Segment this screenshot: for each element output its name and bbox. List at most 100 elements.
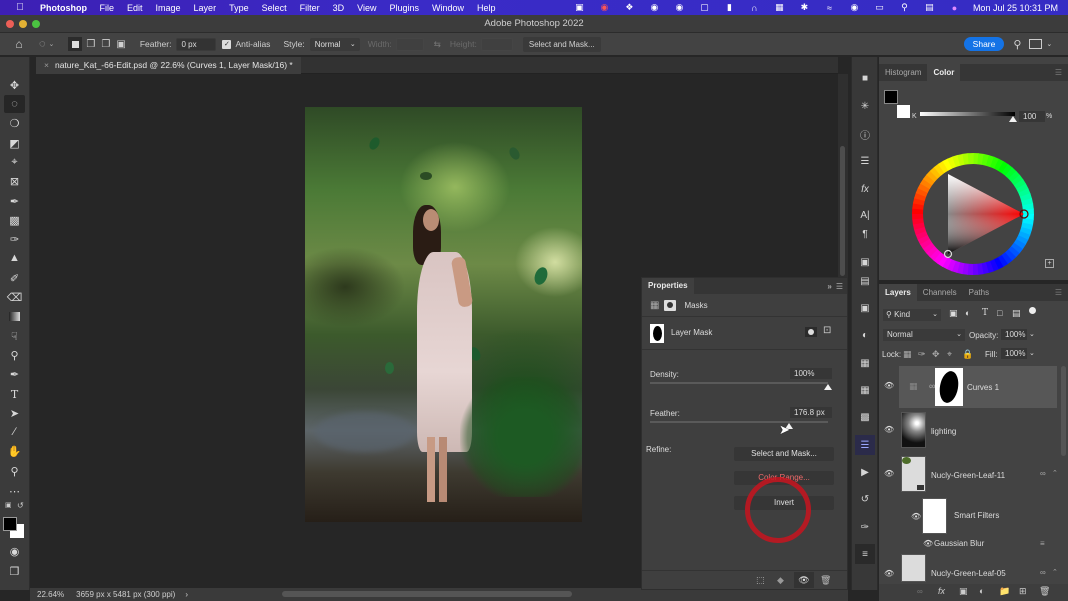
collapse-panel-icon[interactable]: » xyxy=(827,282,831,291)
menu-view[interactable]: View xyxy=(357,3,376,13)
glyphs-icon[interactable]: ▤ xyxy=(855,271,875,291)
menu-edit[interactable]: Edit xyxy=(127,3,143,13)
menu-filter[interactable]: Filter xyxy=(300,3,320,13)
status-chevron-icon[interactable]: › xyxy=(185,590,188,599)
layer-name[interactable]: Nucly-Green-Leaf-05 xyxy=(931,569,1006,578)
elliptical-marquee-tool-icon[interactable]: ◌ xyxy=(4,95,25,113)
siri-icon[interactable]: ● xyxy=(942,3,967,13)
density-slider-knob[interactable] xyxy=(824,384,832,390)
channels-grid-icon[interactable]: ▦ xyxy=(855,353,875,373)
swap-dimensions-icon[interactable]: ⇆ xyxy=(434,39,441,50)
density-input[interactable]: 100% xyxy=(790,368,832,379)
actions-play-icon[interactable]: ▶ xyxy=(855,462,875,482)
libraries-icon[interactable]: ▣ xyxy=(855,252,875,272)
color-wheel[interactable] xyxy=(911,152,1035,276)
camera-icon[interactable]: ▣ xyxy=(567,2,592,13)
filter-toggle[interactable] xyxy=(1029,307,1036,314)
screen-mode-icon[interactable]: ❐ xyxy=(4,562,25,580)
navigator-icon[interactable]: ✳ xyxy=(855,96,875,116)
select-and-mask-button[interactable]: Select and Mask... xyxy=(522,36,601,52)
layer-thumbnail[interactable] xyxy=(901,412,926,448)
comments-icon[interactable]: ■ xyxy=(855,68,875,88)
add-to-selection-icon[interactable]: ❒ xyxy=(86,39,95,50)
default-colors-icon[interactable]: ▣ xyxy=(5,501,12,509)
layer-thumbnail[interactable] xyxy=(901,456,926,492)
filter-visibility-eye-icon[interactable]: 👁 xyxy=(923,539,933,548)
menu-help[interactable]: Help xyxy=(477,3,496,13)
visibility-eye-icon[interactable]: 👁 xyxy=(794,572,814,588)
lock-position-icon[interactable]: ✥ xyxy=(932,349,940,360)
feather-input[interactable]: 176.8 px xyxy=(790,407,832,418)
history-icon[interactable]: ↺ xyxy=(855,489,875,509)
panel-menu-icon[interactable]: ☰ xyxy=(1049,64,1068,81)
layer-visibility-eye-icon[interactable]: 👁 xyxy=(884,425,894,434)
gradient-tool-icon[interactable] xyxy=(4,307,25,325)
menu-window[interactable]: Window xyxy=(432,3,464,13)
load-selection-icon[interactable]: ⬚ xyxy=(756,575,765,586)
layer-visibility-eye-icon[interactable]: 👁 xyxy=(884,469,894,478)
layer-visibility-eye-icon[interactable]: 👁 xyxy=(884,569,894,578)
width-input[interactable] xyxy=(395,37,424,51)
document-image[interactable] xyxy=(305,107,582,522)
fx-icon[interactable]: fx xyxy=(938,586,945,596)
add-swatch-icon[interactable]: + xyxy=(1045,259,1054,268)
close-window-button[interactable] xyxy=(6,20,14,28)
pen-tool-icon[interactable]: ✒ xyxy=(4,365,25,383)
filter-name[interactable]: Gaussian Blur xyxy=(934,539,984,548)
bluetooth-icon[interactable]: ✱ xyxy=(792,2,817,13)
menu-type[interactable]: Type xyxy=(229,3,249,13)
properties-icon[interactable]: ▣ xyxy=(855,298,875,318)
lock-artboard-icon[interactable]: ⌖ xyxy=(947,349,952,360)
spot-healing-tool-icon[interactable]: ▩ xyxy=(4,211,25,229)
hue-segment[interactable] xyxy=(972,263,979,275)
height-input[interactable] xyxy=(480,37,513,51)
battery-icon[interactable]: ▭ xyxy=(867,2,892,13)
grid-app-icon[interactable]: ▦ xyxy=(767,2,792,13)
feather-slider[interactable] xyxy=(650,421,828,423)
layer-name[interactable]: lighting xyxy=(931,427,956,436)
new-group-icon[interactable]: 📁 xyxy=(999,586,1010,597)
layer-name[interactable]: Curves 1 xyxy=(967,383,999,392)
feather-input[interactable]: 0 px xyxy=(176,37,217,51)
layer-mask-thumbnail[interactable] xyxy=(935,368,963,406)
type-tool-icon[interactable]: T xyxy=(4,385,25,403)
smart-filter-mask-thumbnail[interactable] xyxy=(922,498,947,534)
frame-tool-icon[interactable]: ⊠ xyxy=(4,172,25,190)
document-tab[interactable]: × nature_Kat_-66-Edit.psd @ 22.6% (Curve… xyxy=(36,57,301,74)
select-and-mask-button[interactable]: Select and Mask... xyxy=(734,447,834,461)
paragraph-icon[interactable]: ¶ xyxy=(855,224,875,244)
creative-cloud-icon[interactable]: ∩ xyxy=(742,3,767,13)
share-button[interactable]: Share xyxy=(963,37,1005,51)
dodge-tool-icon[interactable]: ⚲ xyxy=(4,346,25,364)
filter-pixel-icon[interactable]: ▣ xyxy=(949,308,958,319)
tab-channels[interactable]: Channels xyxy=(917,284,963,301)
clone-stamp-tool-icon[interactable]: ▲ xyxy=(4,249,25,267)
swap-colors-icon[interactable]: ↺ xyxy=(17,501,24,510)
adjustment-icon[interactable]: ▦ xyxy=(650,300,659,311)
new-selection-icon[interactable] xyxy=(68,37,83,51)
close-tab-icon[interactable]: × xyxy=(44,57,49,74)
chevron-down-icon[interactable]: ⌄ xyxy=(1046,40,1052,48)
minimize-window-button[interactable] xyxy=(19,20,27,28)
layer-name[interactable]: Nucly-Green-Leaf-11 xyxy=(931,471,1005,480)
subtract-selection-icon[interactable]: ❐ xyxy=(101,39,110,50)
new-layer-icon[interactable]: ⊞ xyxy=(1019,586,1027,597)
filter-kind-select[interactable]: ⚲ Kind ⌄ xyxy=(883,309,941,321)
foreground-color-swatch[interactable] xyxy=(884,90,898,104)
filter-options-icon[interactable]: ≡ xyxy=(1040,539,1045,548)
character-icon[interactable]: A| xyxy=(855,205,875,225)
info-icon[interactable]: ⓘ xyxy=(855,124,875,144)
k-slider[interactable] xyxy=(920,112,1015,116)
tab-layers[interactable]: Layers xyxy=(879,284,917,301)
opacity-input[interactable]: 100% xyxy=(1001,329,1027,340)
path-selection-tool-icon[interactable]: ➤ xyxy=(4,404,25,422)
quick-mask-icon[interactable]: ◉ xyxy=(4,542,25,560)
adjustments-sliders-icon[interactable]: ☰ xyxy=(855,151,875,171)
add-mask-icon[interactable]: ▣ xyxy=(959,586,968,597)
panel-menu-icon[interactable]: ☰ xyxy=(836,282,843,291)
patterns-icon[interactable]: ☰ xyxy=(855,435,875,455)
tab-paths[interactable]: Paths xyxy=(963,284,995,301)
menu-3d[interactable]: 3D xyxy=(333,3,345,13)
properties-sliders-icon[interactable]: ≡ xyxy=(855,544,875,564)
blend-mode-select[interactable]: Normal ⌄ xyxy=(883,329,965,341)
